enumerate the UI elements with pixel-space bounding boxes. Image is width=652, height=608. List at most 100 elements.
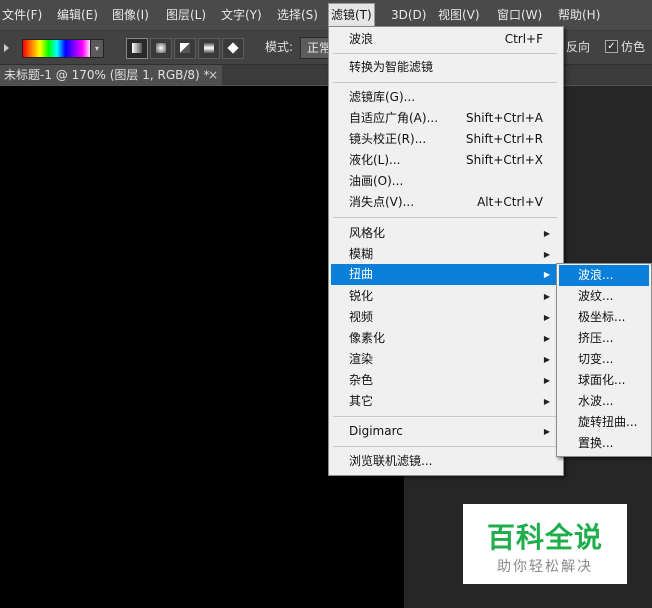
menu-edit[interactable]: 编辑(E) xyxy=(57,0,98,30)
submenu-item-polar-coordinates[interactable]: 极坐标... xyxy=(559,307,649,328)
gradient-dropdown-chevron-icon[interactable]: ▾ xyxy=(90,39,104,58)
menu-item-lens-correction[interactable]: 镜头校正(R)... Shift+Ctrl+R xyxy=(331,129,559,150)
filter-dropdown-menu: 波浪 Ctrl+F 转换为智能滤镜 滤镜库(G)... 自适应广角(A)... … xyxy=(328,26,564,476)
watermark-logo: 百科全说 助你轻松解决 xyxy=(463,504,627,584)
diamond-gradient-icon xyxy=(227,42,239,54)
menu-help[interactable]: 帮助(H) xyxy=(558,0,600,30)
menu-item-label: 模糊 xyxy=(349,247,374,261)
menu-item-label: 镜头校正(R)... xyxy=(349,132,427,146)
menu-item-shortcut: Shift+Ctrl+A xyxy=(466,111,543,125)
submenu-arrow-icon: ▶ xyxy=(543,229,550,238)
menu-item-shortcut: Shift+Ctrl+X xyxy=(466,153,543,167)
menu-item-label: 杂色 xyxy=(349,373,374,387)
submenu-arrow-icon: ▶ xyxy=(543,427,550,436)
menu-item-label: 波浪 xyxy=(349,32,374,46)
submenu-arrow-icon: ▶ xyxy=(543,250,550,259)
menu-item-label: 风格化 xyxy=(349,226,386,240)
menu-item-render[interactable]: 渲染 ▶ xyxy=(331,349,559,370)
menu-item-video[interactable]: 视频 ▶ xyxy=(331,307,559,328)
menu-item-shortcut: Ctrl+F xyxy=(504,32,543,46)
submenu-item-zigzag[interactable]: 水波... xyxy=(559,391,649,412)
menu-item-oil-paint[interactable]: 油画(O)... xyxy=(331,171,559,192)
menu-separator xyxy=(333,53,557,54)
menu-separator xyxy=(333,82,557,83)
submenu-arrow-icon: ▶ xyxy=(543,292,550,301)
menu-item-convert-smart-filter[interactable]: 转换为智能滤镜 xyxy=(331,57,559,78)
submenu-item-label: 极坐标... xyxy=(578,310,626,324)
radial-gradient-button[interactable] xyxy=(150,38,172,59)
menu-item-blur[interactable]: 模糊 ▶ xyxy=(331,244,559,265)
diamond-gradient-button[interactable] xyxy=(222,38,244,59)
menu-image[interactable]: 图像(I) xyxy=(112,0,149,30)
menu-item-browse-online-filters[interactable]: 浏览联机滤镜... xyxy=(331,451,559,472)
menu-item-shortcut: Alt+Ctrl+V xyxy=(477,195,543,209)
menu-item-sharpen[interactable]: 锐化 ▶ xyxy=(331,286,559,307)
menu-item-label: 自适应广角(A)... xyxy=(349,111,439,125)
menu-item-last-filter[interactable]: 波浪 Ctrl+F xyxy=(331,29,559,50)
menu-item-noise[interactable]: 杂色 ▶ xyxy=(331,370,559,391)
watermark-subtitle: 助你轻松解决 xyxy=(497,559,593,575)
submenu-item-pinch[interactable]: 挤压... xyxy=(559,328,649,349)
reverse-label: 反向 xyxy=(566,40,591,54)
menu-separator xyxy=(333,217,557,218)
angle-gradient-button[interactable] xyxy=(174,38,196,59)
linear-gradient-button[interactable] xyxy=(126,38,148,59)
submenu-arrow-icon: ▶ xyxy=(543,376,550,385)
dither-checkbox[interactable]: ✓ xyxy=(605,40,618,53)
menu-item-label: 转换为智能滤镜 xyxy=(349,60,434,74)
menu-item-label: 锐化 xyxy=(349,289,374,303)
reflected-gradient-icon xyxy=(204,43,214,53)
menu-item-label: 油画(O)... xyxy=(349,174,404,188)
submenu-item-wave[interactable]: 波浪... xyxy=(559,265,649,286)
menu-file[interactable]: 文件(F) xyxy=(2,0,42,30)
submenu-item-label: 波纹... xyxy=(578,289,614,303)
menu-item-stylize[interactable]: 风格化 ▶ xyxy=(331,223,559,244)
menu-item-label: 其它 xyxy=(349,394,374,408)
menu-item-filter-gallery[interactable]: 滤镜库(G)... xyxy=(331,87,559,108)
menu-type[interactable]: 文字(Y) xyxy=(221,0,262,30)
menu-item-label: 渲染 xyxy=(349,352,374,366)
menu-item-adaptive-wide-angle[interactable]: 自适应广角(A)... Shift+Ctrl+A xyxy=(331,108,559,129)
submenu-item-spherize[interactable]: 球面化... xyxy=(559,370,649,391)
submenu-item-twirl[interactable]: 旋转扭曲... xyxy=(559,412,649,433)
submenu-item-shear[interactable]: 切变... xyxy=(559,349,649,370)
distort-submenu: 波浪... 波纹... 极坐标... 挤压... 切变... 球面化... 水波… xyxy=(556,263,652,457)
menu-item-label: 滤镜库(G)... xyxy=(349,90,416,104)
menu-layer[interactable]: 图层(L) xyxy=(166,0,206,30)
angle-gradient-icon xyxy=(180,43,190,53)
mode-label: 模式: xyxy=(265,40,294,54)
menu-separator xyxy=(333,416,557,417)
menu-item-shortcut: Shift+Ctrl+R xyxy=(465,132,543,146)
submenu-item-label: 旋转扭曲... xyxy=(578,415,638,429)
close-tab-icon[interactable]: × xyxy=(208,65,218,85)
dither-label: 仿色 xyxy=(621,40,646,54)
submenu-item-label: 水波... xyxy=(578,394,614,408)
submenu-item-label: 置换... xyxy=(578,436,614,450)
gradient-swatch[interactable] xyxy=(22,39,92,58)
document-tab[interactable]: 未标题-1 @ 170% (图层 1, RGB/8) * × xyxy=(0,65,222,85)
tool-preset-arrow-icon[interactable] xyxy=(4,44,9,52)
submenu-item-displace[interactable]: 置换... xyxy=(559,433,649,454)
submenu-item-label: 挤压... xyxy=(578,331,614,345)
menu-filter[interactable]: 滤镜(T) xyxy=(328,3,375,27)
menu-select[interactable]: 选择(S) xyxy=(277,0,318,30)
submenu-item-ripple[interactable]: 波纹... xyxy=(559,286,649,307)
menu-item-liquify[interactable]: 液化(L)... Shift+Ctrl+X xyxy=(331,150,559,171)
menu-item-other[interactable]: 其它 ▶ xyxy=(331,391,559,412)
submenu-arrow-icon: ▶ xyxy=(543,397,550,406)
submenu-arrow-icon: ▶ xyxy=(543,313,550,322)
document-tab-title: 未标题-1 @ 170% (图层 1, RGB/8) * xyxy=(4,68,210,82)
menu-item-digimarc[interactable]: Digimarc ▶ xyxy=(331,421,559,442)
submenu-arrow-icon: ▶ xyxy=(543,334,550,343)
menu-item-label: 扭曲 xyxy=(349,267,374,281)
menu-item-label: 像素化 xyxy=(349,331,386,345)
reflected-gradient-button[interactable] xyxy=(198,38,220,59)
menu-item-pixelate[interactable]: 像素化 ▶ xyxy=(331,328,559,349)
menu-item-distort[interactable]: 扭曲 ▶ xyxy=(331,264,559,285)
menu-item-label: Digimarc xyxy=(349,424,403,438)
menu-item-label: 浏览联机滤镜... xyxy=(349,454,433,468)
menu-separator xyxy=(333,446,557,447)
menu-item-vanishing-point[interactable]: 消失点(V)... Alt+Ctrl+V xyxy=(331,192,559,213)
watermark-title: 百科全说 xyxy=(486,521,603,554)
submenu-arrow-icon: ▶ xyxy=(543,355,550,364)
